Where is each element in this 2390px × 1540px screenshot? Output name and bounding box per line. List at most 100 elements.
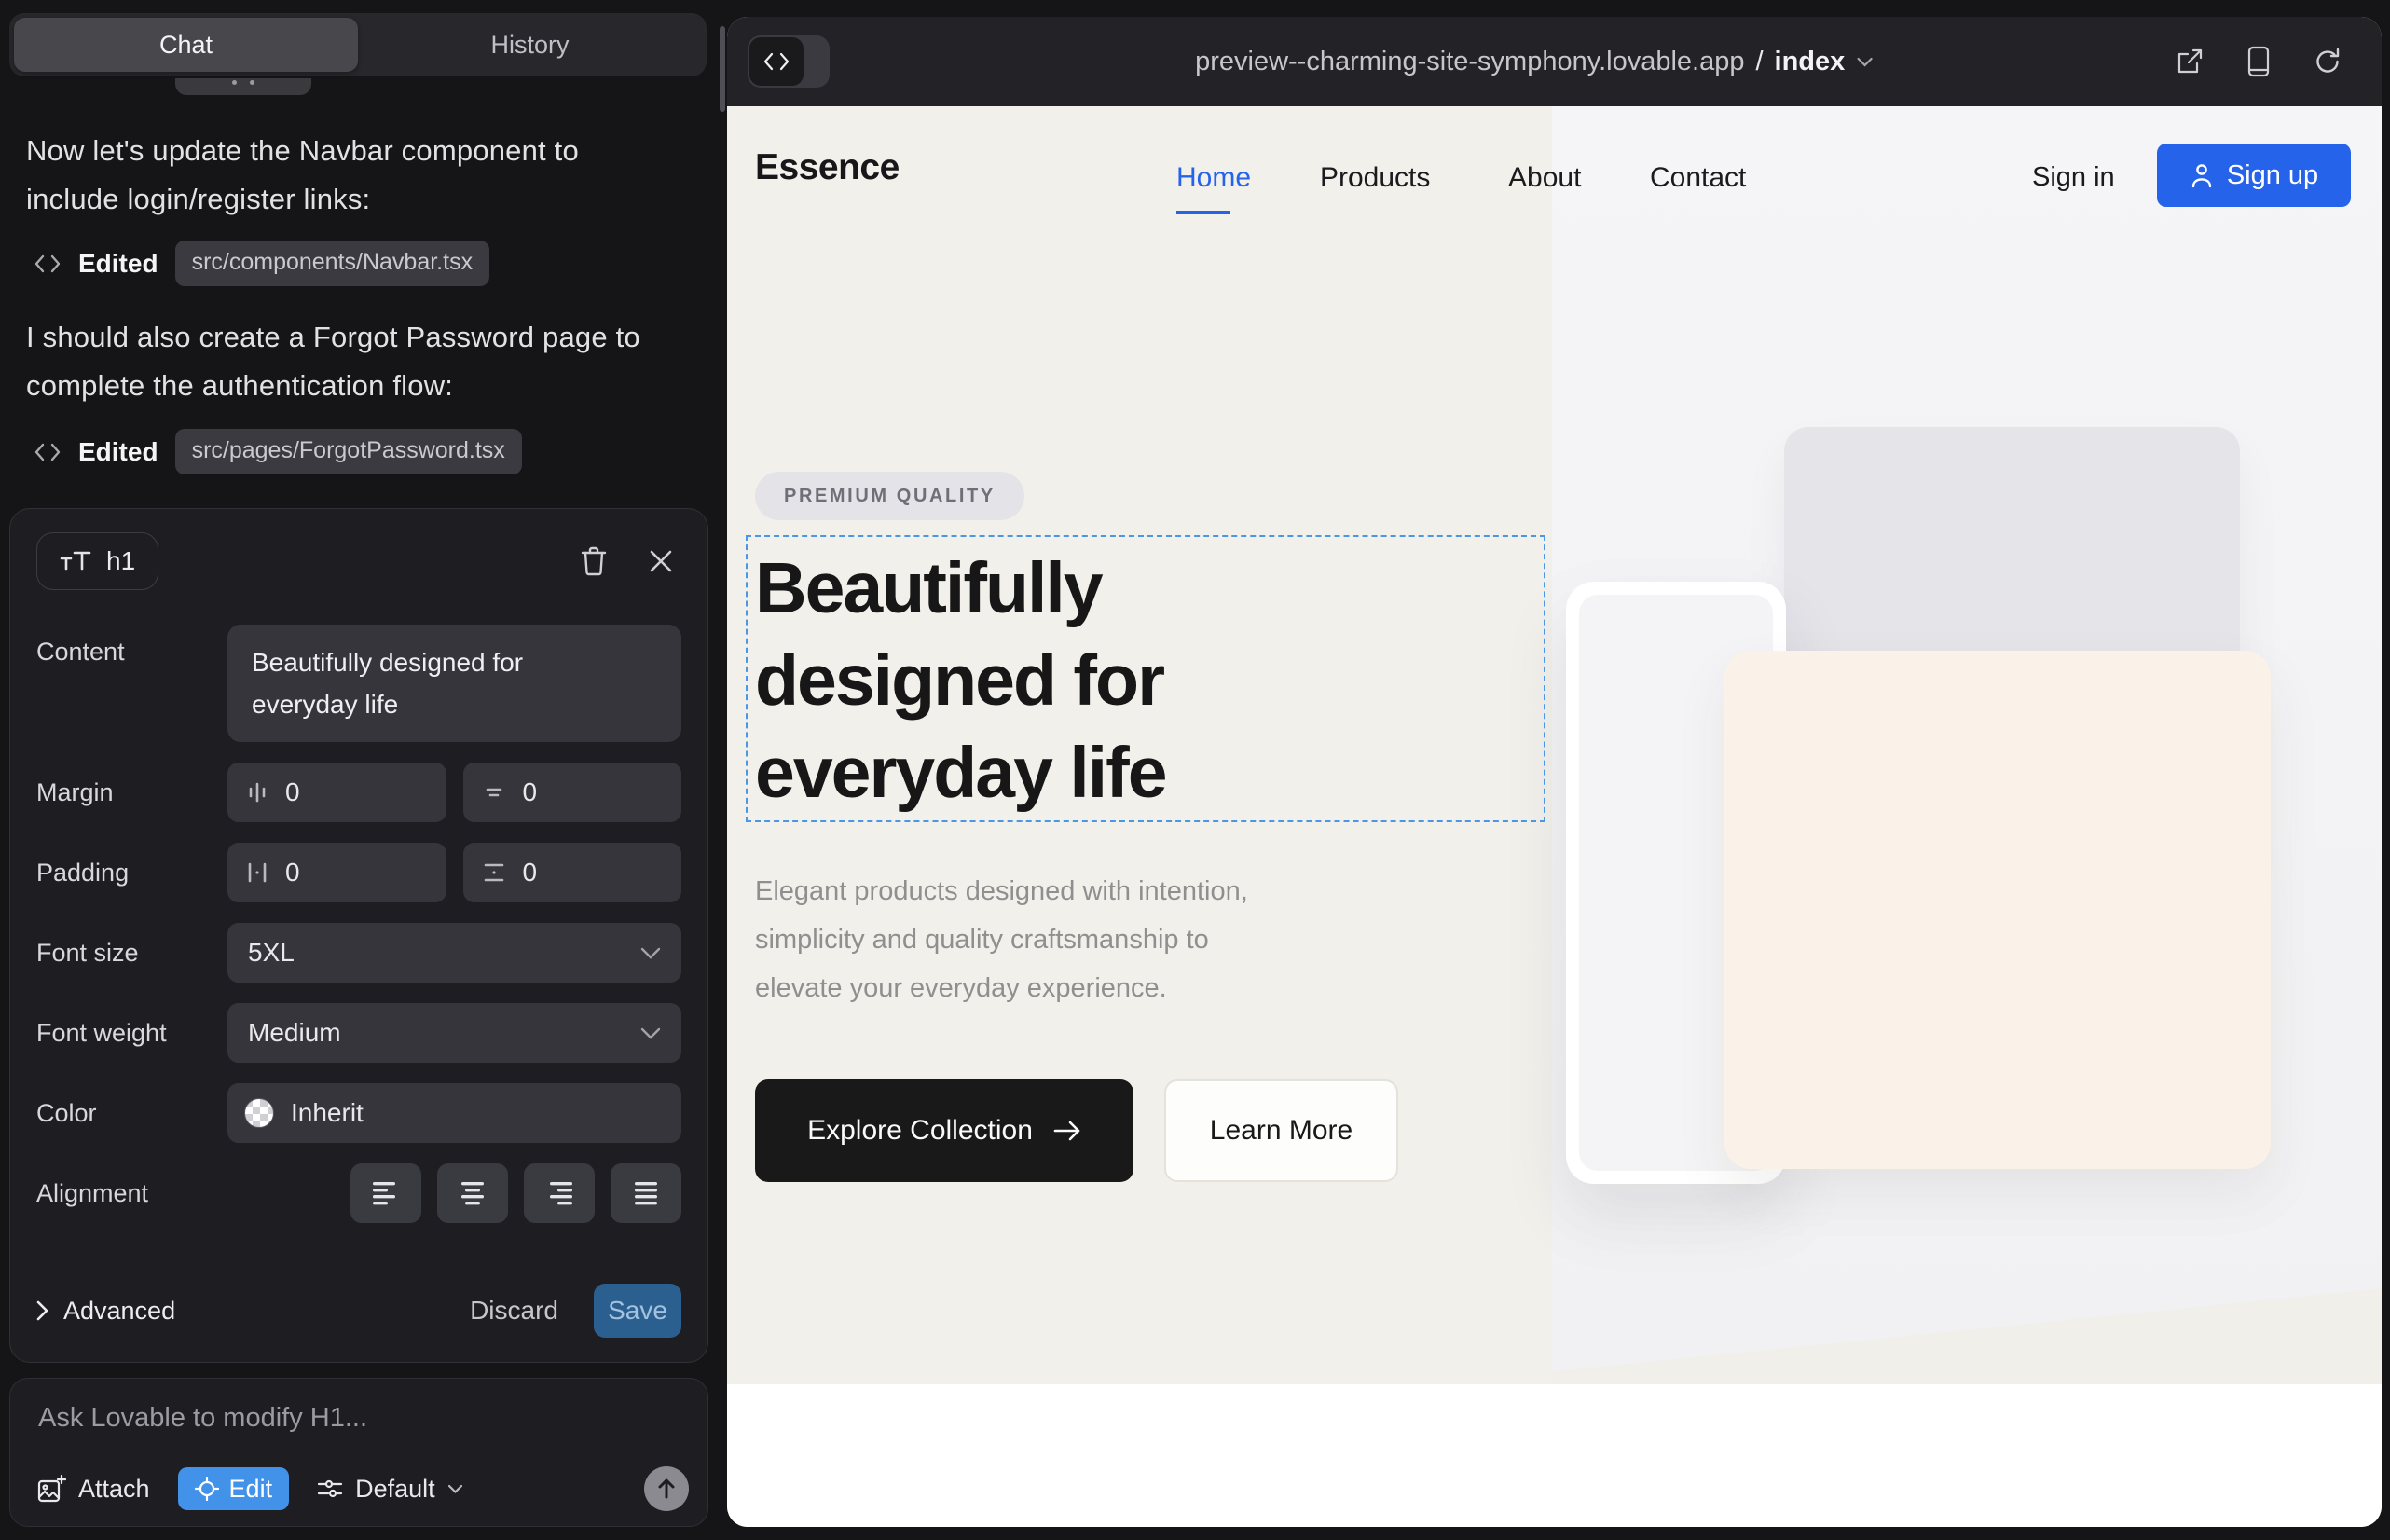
hero-heading-line: Beautifully	[755, 543, 1166, 635]
sign-up-label: Sign up	[2227, 160, 2318, 191]
sign-in-link[interactable]: Sign in	[2032, 162, 2115, 193]
edited-file-badge[interactable]: src/components/Navbar.tsx	[175, 241, 490, 286]
hero-description-line: simplicity and quality craftsmanship to	[755, 915, 1248, 964]
color-picker[interactable]: Inherit	[227, 1083, 681, 1143]
margin-x-input[interactable]: 0	[227, 763, 446, 822]
alignment-row: Alignment	[36, 1163, 681, 1223]
chat-message-line: Now let's update the Navbar component to	[26, 127, 688, 175]
chat-message-line: I should also create a Forgot Password p…	[26, 313, 688, 362]
content-input-line: everyday life	[252, 683, 657, 725]
chat-message-line: complete the authentication flow:	[26, 362, 688, 410]
content-row: Content Beautifully designed for everyda…	[36, 625, 681, 742]
learn-more-button[interactable]: Learn More	[1164, 1079, 1398, 1182]
margin-label: Margin	[36, 778, 227, 807]
nav-link-about[interactable]: About	[1508, 162, 1581, 194]
hero-cta-row: Explore Collection Learn More	[755, 1079, 1398, 1182]
margin-x-value: 0	[285, 777, 300, 807]
color-label: Color	[36, 1099, 227, 1128]
edited-file-badge[interactable]: src/pages/ForgotPassword.tsx	[175, 429, 522, 474]
chevron-down-icon	[1856, 57, 1873, 67]
padding-label: Padding	[36, 859, 227, 887]
hero-heading-line: designed for	[755, 635, 1166, 727]
browser-chrome: preview--charming-site-symphony.lovable.…	[727, 17, 2382, 106]
padding-y-icon	[482, 861, 506, 884]
margin-x-icon	[246, 780, 268, 804]
url-page: index	[1775, 47, 1846, 77]
edited-file-row: Edited src/components/Navbar.tsx	[34, 241, 489, 286]
arrow-right-icon	[1053, 1120, 1081, 1142]
nav-link-contact[interactable]: Contact	[1650, 162, 1746, 194]
site-preview: Essence Home Products About Contact Sign…	[727, 106, 2382, 1527]
font-weight-select[interactable]: Medium	[227, 1003, 681, 1063]
chevron-down-icon	[640, 947, 661, 959]
tab-chat[interactable]: Chat	[14, 18, 358, 72]
site-logo[interactable]: Essence	[755, 147, 900, 188]
color-value: Inherit	[291, 1098, 364, 1128]
explore-collection-button[interactable]: Explore Collection	[755, 1079, 1133, 1182]
chat-composer: Ask Lovable to modify H1... Attach Edit	[9, 1378, 708, 1527]
url-domain: preview--charming-site-symphony.lovable.…	[1195, 47, 1744, 77]
clipped-badge	[175, 78, 311, 95]
advanced-toggle[interactable]: Advanced	[36, 1297, 175, 1326]
tab-bar: Chat History	[9, 13, 707, 76]
margin-y-input[interactable]: 0	[463, 763, 682, 822]
align-left-button[interactable]	[350, 1163, 421, 1223]
nav-link-home[interactable]: Home	[1176, 162, 1251, 194]
send-button[interactable]	[644, 1466, 689, 1511]
attach-image-icon	[36, 1474, 66, 1504]
hero-description-line: elevate your everyday experience.	[755, 964, 1248, 1012]
url-bar[interactable]: preview--charming-site-symphony.lovable.…	[1195, 17, 1873, 106]
font-size-select[interactable]: 5XL	[227, 923, 681, 983]
content-input[interactable]: Beautifully designed for everyday life	[227, 625, 681, 742]
screen: Chat History Now let's update the Navbar…	[0, 0, 2390, 1540]
sign-up-button[interactable]: Sign up	[2157, 144, 2351, 207]
padding-x-input[interactable]: 0	[227, 843, 446, 902]
type-icon	[60, 549, 91, 573]
mobile-view-icon[interactable]	[2240, 43, 2277, 80]
explore-collection-label: Explore Collection	[807, 1115, 1033, 1147]
close-editor-button[interactable]	[640, 541, 681, 582]
code-view-toggle[interactable]	[748, 35, 830, 88]
content-label: Content	[36, 625, 227, 667]
color-row: Color Inherit	[36, 1083, 681, 1143]
nav-link-products[interactable]: Products	[1320, 162, 1430, 194]
margin-y-value: 0	[523, 777, 538, 807]
font-weight-value: Medium	[248, 1018, 341, 1048]
code-icon	[34, 252, 62, 276]
chat-scrollbar[interactable]	[720, 26, 725, 112]
font-size-row: Font size 5XL	[36, 923, 681, 983]
hero-heading-line: everyday life	[755, 727, 1166, 819]
align-center-button[interactable]	[437, 1163, 508, 1223]
code-icon	[749, 37, 804, 86]
align-justify-button[interactable]	[611, 1163, 681, 1223]
edit-mode-button[interactable]: Edit	[178, 1467, 290, 1510]
attach-button[interactable]: Attach	[36, 1474, 150, 1504]
editor-footer: Advanced Discard Save	[36, 1284, 681, 1338]
save-button[interactable]: Save	[594, 1284, 681, 1338]
tab-history[interactable]: History	[358, 18, 702, 72]
padding-x-icon	[246, 860, 268, 885]
open-external-icon[interactable]	[2171, 43, 2208, 80]
attach-label: Attach	[78, 1475, 150, 1504]
refresh-icon[interactable]	[2309, 43, 2346, 80]
mode-label: Default	[355, 1475, 435, 1504]
delete-element-button[interactable]	[573, 541, 614, 582]
active-nav-underline	[1176, 211, 1230, 214]
edited-label: Edited	[78, 437, 158, 467]
align-right-button[interactable]	[524, 1163, 595, 1223]
padding-y-input[interactable]: 0	[463, 843, 682, 902]
alignment-label: Alignment	[36, 1179, 227, 1208]
mode-select[interactable]: Default	[317, 1475, 463, 1504]
element-tag-chip[interactable]: h1	[36, 532, 158, 590]
edited-label: Edited	[78, 249, 158, 279]
edited-file-row: Edited src/pages/ForgotPassword.tsx	[34, 429, 522, 474]
content-input-line: Beautifully designed for	[252, 641, 657, 683]
padding-y-value: 0	[523, 858, 538, 887]
chat-message-line: include login/register links:	[26, 175, 688, 224]
discard-button[interactable]: Discard	[470, 1296, 558, 1326]
hero-heading[interactable]: Beautifully designed for everyday life	[755, 543, 1166, 819]
font-size-label: Font size	[36, 939, 227, 968]
user-icon	[2190, 162, 2214, 188]
padding-row: Padding 0 0	[36, 843, 681, 902]
composer-input[interactable]: Ask Lovable to modify H1...	[38, 1403, 367, 1434]
